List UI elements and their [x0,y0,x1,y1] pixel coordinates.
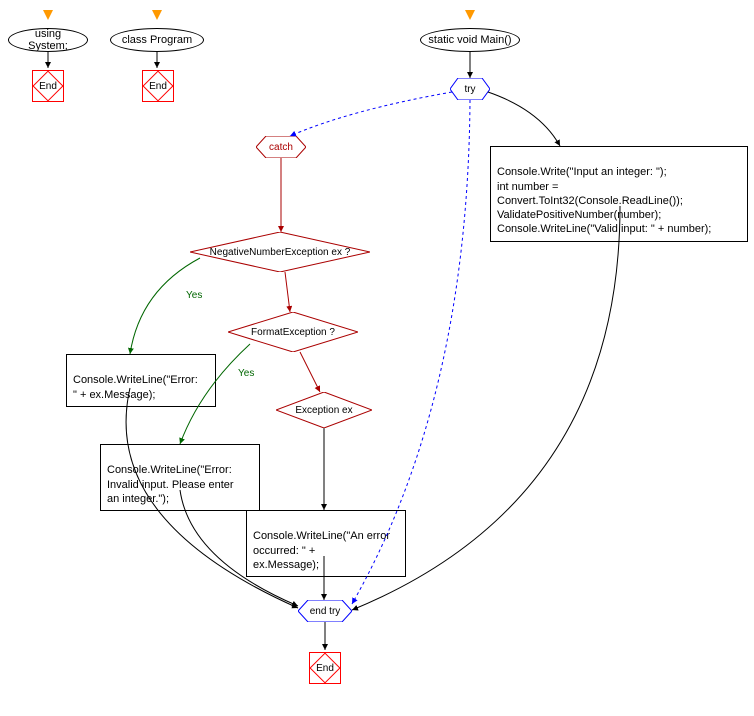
entry-arrow-2 [152,10,162,20]
text-neg-ex: NegativeNumberException ex ? [208,245,353,260]
end-final: End [307,650,343,686]
text-exception-ex: Exception ex [293,403,354,418]
end-label: End [149,81,167,92]
entry-arrow-1 [43,10,53,20]
text-using-system: using System; [15,28,81,52]
text-class-program: class Program [122,34,192,46]
node-end-try: end try [298,600,352,622]
text-end-try: end try [310,606,341,617]
text-try: try [464,84,475,95]
node-neg-body: Console.WriteLine("Error: " + ex.Message… [66,354,216,407]
node-format-body: Console.WriteLine("Error: Invalid input.… [100,444,260,511]
label-yes-2: Yes [238,368,254,379]
node-using-system: using System; [8,28,88,52]
node-format-ex: FormatException ? [228,312,358,352]
text-ex-body: Console.WriteLine("An error occurred: " … [253,530,390,571]
node-try: try [450,78,490,100]
end-class-program: End [140,68,176,104]
node-try-body: Console.Write("Input an integer: "); int… [490,146,748,242]
label-yes-1: Yes [186,290,202,301]
node-ex-body: Console.WriteLine("An error occurred: " … [246,510,406,577]
entry-arrow-3 [465,10,475,20]
node-neg-ex: NegativeNumberException ex ? [190,232,370,272]
node-exception-ex: Exception ex [276,392,372,428]
text-try-body: Console.Write("Input an integer: "); int… [497,166,711,235]
text-format-body: Console.WriteLine("Error: Invalid input.… [107,464,234,505]
end-label: End [316,663,334,674]
node-catch: catch [256,136,306,158]
text-catch: catch [269,142,293,153]
text-format-ex: FormatException ? [249,325,337,340]
end-using-system: End [30,68,66,104]
node-static-main: static void Main() [420,28,520,52]
node-class-program: class Program [110,28,204,52]
text-neg-body: Console.WriteLine("Error: " + ex.Message… [73,374,198,400]
text-static-main: static void Main() [428,34,511,46]
end-label: End [39,81,57,92]
